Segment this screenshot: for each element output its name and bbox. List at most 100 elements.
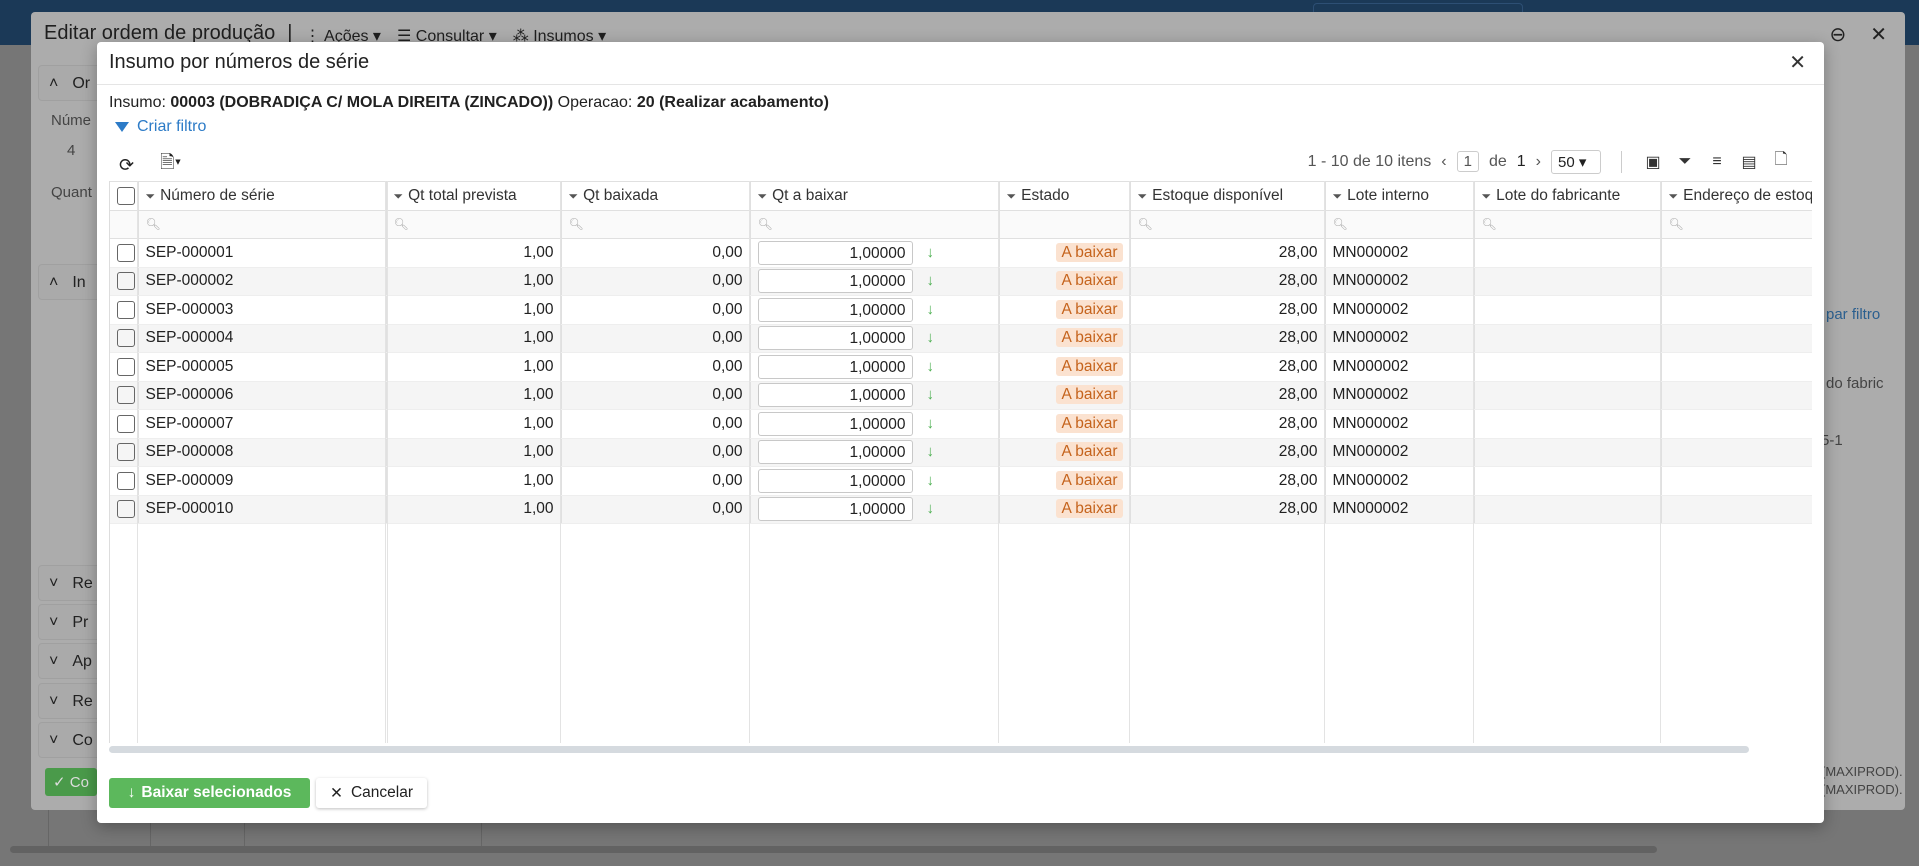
row-checkbox[interactable]: [110, 295, 139, 325]
column-header[interactable]: ⏷ Lote interno: [1325, 181, 1475, 211]
column-filter-icon[interactable]: ⏷: [569, 189, 579, 203]
qt-a-baixar-input[interactable]: 1,00000: [757, 354, 913, 379]
arrow-down-icon[interactable]: ↓: [927, 244, 935, 261]
column-filter-input[interactable]: 🔍︎: [138, 210, 387, 239]
page-input[interactable]: 1: [1456, 151, 1479, 172]
arrow-down-icon[interactable]: ↓: [927, 415, 935, 432]
columns-icon[interactable]: ▣: [1642, 152, 1664, 172]
qt-a-baixar-cell: 1,00000 ↓: [750, 409, 1000, 439]
column-filter-input[interactable]: 🔍︎: [386, 210, 562, 239]
row-checkbox[interactable]: [110, 409, 139, 439]
qt-a-baixar-input[interactable]: 1,00000: [757, 468, 913, 493]
arrow-down-icon[interactable]: ↓: [927, 329, 935, 346]
arrow-down-icon[interactable]: ↓: [927, 386, 935, 403]
table-row[interactable]: SEP-000008 1,00 0,00 1,00000 ↓ A baixar 28,00 M…: [110, 438, 1812, 467]
arrow-down-icon[interactable]: ↓: [927, 358, 935, 375]
table-row[interactable]: SEP-000003 1,00 0,00 1,00000 ↓ A baixar 28,00 M…: [110, 295, 1812, 325]
export-icon[interactable]: 🗎▾: [160, 150, 181, 180]
column-filter-icon[interactable]: ⏷: [146, 189, 156, 203]
qt-a-baixar-input[interactable]: 1,00000: [757, 383, 913, 408]
column-header[interactable]: ⏷ Qt total prevista: [386, 181, 562, 211]
column-filter-icon[interactable]: ⏷: [1669, 189, 1679, 203]
table-row[interactable]: SEP-000005 1,00 0,00 1,00000 ↓ A baixar 28,00 M…: [110, 352, 1812, 382]
arrow-down-icon[interactable]: ↓: [927, 301, 935, 318]
refresh-icon[interactable]: ⟳: [119, 155, 134, 176]
table-row[interactable]: SEP-000009 1,00 0,00 1,00000 ↓ A baixar 28,00 M…: [110, 466, 1812, 496]
baixar-selecionados-button[interactable]: ↓ Baixar selecionados: [109, 778, 310, 808]
create-filter-link[interactable]: Criar filtro: [115, 118, 206, 136]
column-header[interactable]: ⏷ Qt baixada: [561, 181, 751, 211]
table-row[interactable]: SEP-000002 1,00 0,00 1,00000 ↓ A baixar 28,00 M…: [110, 267, 1812, 296]
arrow-down-icon[interactable]: ↓: [927, 272, 935, 289]
column-filter-icon[interactable]: ⏷: [758, 189, 768, 203]
next-page-icon[interactable]: ›: [1536, 153, 1541, 171]
qt-a-baixar-input[interactable]: 1,00000: [757, 411, 913, 436]
create-filter-label: Criar filtro: [137, 118, 207, 135]
column-header[interactable]: ⏷ Número de série: [138, 181, 387, 211]
qt-a-baixar-input[interactable]: 1,00000: [757, 240, 913, 265]
row-checkbox[interactable]: [110, 238, 139, 268]
column-filter-icon[interactable]: ⏷: [1007, 189, 1017, 203]
arrow-down-icon[interactable]: ↓: [927, 500, 935, 517]
field-label: Núme: [51, 112, 92, 129]
qt-a-baixar-input[interactable]: 1,00000: [757, 497, 913, 522]
page-size-select[interactable]: 50 ▾: [1551, 149, 1601, 174]
column-header[interactable]: ⏷ Estado: [999, 181, 1131, 211]
arrow-down-icon[interactable]: ↓: [927, 443, 935, 460]
column-filter-icon[interactable]: ⏷: [1482, 189, 1492, 203]
column-filter-input[interactable]: 🔍︎: [1130, 210, 1326, 239]
section-label: Or: [72, 75, 91, 92]
table-row[interactable]: SEP-000010 1,00 0,00 1,00000 ↓ A baixar 28,00 M…: [110, 495, 1812, 524]
close-window-icon[interactable]: ✕: [1870, 22, 1887, 47]
save-icon[interactable]: ▤: [1738, 152, 1760, 172]
row-checkbox[interactable]: [110, 466, 139, 496]
cancel-button[interactable]: ✕ Cancelar: [316, 778, 427, 808]
qt-total-prevista: 1,00: [386, 381, 562, 410]
qt-a-baixar-input[interactable]: 1,00000: [757, 269, 913, 294]
column-title: Qt total prevista: [408, 186, 517, 204]
row-checkbox[interactable]: [110, 438, 139, 467]
column-filter-input[interactable]: 🔍︎: [1474, 210, 1662, 239]
row-checkbox[interactable]: [110, 267, 139, 296]
column-filter-icon[interactable]: ⏷: [1333, 189, 1343, 203]
row-checkbox[interactable]: [110, 495, 139, 524]
column-header[interactable]: ⏷ Lote do fabricante: [1474, 181, 1662, 211]
select-all-checkbox[interactable]: [110, 181, 139, 211]
restore-icon[interactable]: 🗋: [1770, 148, 1792, 175]
table-row[interactable]: SEP-000006 1,00 0,00 1,00000 ↓ A baixar 28,00 M…: [110, 381, 1812, 410]
close-icon[interactable]: ✕: [1789, 50, 1806, 75]
horizontal-scrollbar[interactable]: [109, 746, 1749, 753]
table-row[interactable]: SEP-000001 1,00 0,00 1,00000 ↓ A baixar 28,00 M…: [110, 238, 1812, 268]
column-filter-icon[interactable]: ⏷: [394, 189, 404, 203]
qt-a-baixar-input[interactable]: 1,00000: [757, 440, 913, 465]
sort-icon[interactable]: ≡: [1706, 153, 1728, 171]
column-header[interactable]: ⏷ Qt a baixar: [750, 181, 1000, 211]
table-row[interactable]: SEP-000007 1,00 0,00 1,00000 ↓ A baixar 28,00 M…: [110, 409, 1812, 439]
column-filter-input[interactable]: 🔍︎: [1325, 210, 1475, 239]
column-filter-input[interactable]: 🔍︎: [750, 210, 1000, 239]
row-checkbox[interactable]: [110, 381, 139, 410]
column-divider: [1660, 181, 1661, 743]
arrow-down-icon[interactable]: ↓: [927, 472, 935, 489]
table-row[interactable]: SEP-000004 1,00 0,00 1,00000 ↓ A baixar 28,00 M…: [110, 324, 1812, 353]
confirm-button[interactable]: ✓ Co: [45, 768, 97, 796]
link-icon[interactable]: ⊖: [1829, 22, 1846, 47]
column-filter-input[interactable]: 🔍︎: [561, 210, 751, 239]
prev-page-icon[interactable]: ‹: [1441, 153, 1446, 171]
filter-icon[interactable]: ⏷: [1674, 153, 1696, 171]
column-filter-input[interactable]: 🔍︎: [1661, 210, 1812, 239]
background-scrollbar[interactable]: [10, 846, 1657, 853]
serial-number: SEP-000007: [138, 409, 387, 439]
row-checkbox[interactable]: [110, 324, 139, 353]
estado-cell: A baixar: [999, 381, 1131, 410]
pager-total: 1: [1516, 152, 1526, 170]
column-header[interactable]: ⏷ Endereço de estoque: [1661, 181, 1812, 211]
row-checkbox[interactable]: [110, 352, 139, 382]
pager-of: de: [1488, 152, 1507, 170]
qt-a-baixar-input[interactable]: 1,00000: [757, 326, 913, 351]
column-header[interactable]: ⏷ Estoque disponível: [1130, 181, 1326, 211]
column-filter-icon[interactable]: ⏷: [1138, 189, 1148, 203]
status-badge: A baixar: [1056, 499, 1123, 519]
clear-filter-link[interactable]: par filtro: [1826, 306, 1880, 323]
qt-a-baixar-input[interactable]: 1,00000: [757, 297, 913, 322]
